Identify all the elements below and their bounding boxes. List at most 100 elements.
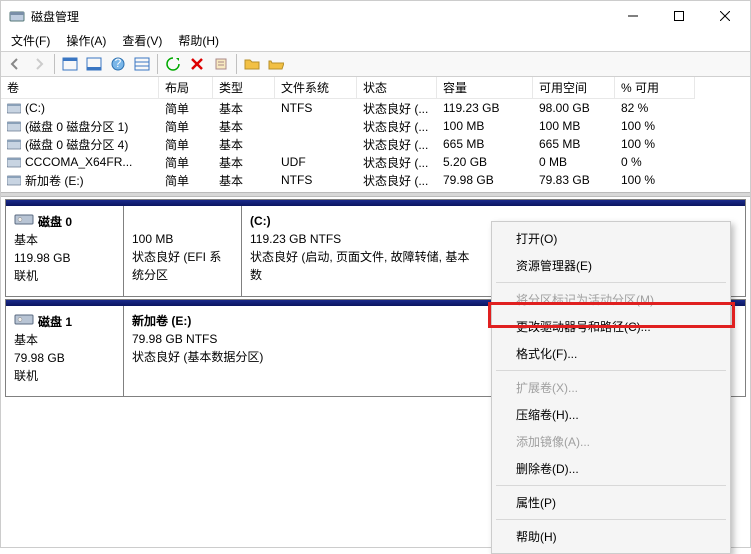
disk-type: 基本 [14,331,115,349]
ctx-help[interactable]: 帮助(H) [494,523,728,550]
col-percent[interactable]: % 可用 [615,77,695,99]
close-button[interactable] [702,1,748,31]
cell-pct: 82 % [615,101,695,115]
volume-name: (磁盘 0 磁盘分区 1) [25,118,128,135]
ctx-open[interactable]: 打开(O) [494,225,728,252]
menu-view[interactable]: 查看(V) [114,31,170,51]
cell-pct: 100 % [615,137,695,151]
ctx-change-drive[interactable]: 更改驱动器号和路径(C)... [494,313,728,340]
partition-detail: 状态良好 (基本数据分区) [132,348,476,366]
drive-icon [7,102,21,114]
menu-help[interactable]: 帮助(H) [170,31,227,51]
ctx-mirror: 添加镜像(A)... [494,428,728,455]
folder-open-icon[interactable] [265,53,287,75]
title-bar: 磁盘管理 [1,1,750,31]
partition-subtitle: 79.98 GB NTFS [132,330,476,348]
delete-icon[interactable] [186,53,208,75]
disk-status: 联机 [14,267,115,285]
cell-fs: UDF [275,155,357,169]
ctx-explorer[interactable]: 资源管理器(E) [494,252,728,279]
cell-type: 基本 [213,118,275,135]
partition-name: (C:) [250,212,474,230]
cell-fs: NTFS [275,173,357,187]
cell-pct: 100 % [615,119,695,133]
cell-layout: 简单 [159,154,213,171]
table-row[interactable]: (磁盘 0 磁盘分区 1)简单基本状态良好 (...100 MB100 MB10… [1,117,750,135]
cell-cap: 79.98 GB [437,173,533,187]
properties-icon[interactable] [210,53,232,75]
col-capacity[interactable]: 容量 [437,77,533,99]
help-icon[interactable]: ? [107,53,129,75]
volume-name: (C:) [25,101,45,115]
partition-detail: 状态良好 (EFI 系统分区 [132,248,233,284]
svg-text:?: ? [115,57,122,70]
disk-summary[interactable]: 磁盘 0基本119.98 GB联机 [6,206,124,296]
col-type[interactable]: 类型 [213,77,275,99]
menu-action[interactable]: 操作(A) [58,31,114,51]
col-fs[interactable]: 文件系统 [275,77,357,99]
drive-icon [7,120,21,132]
splitter[interactable] [1,192,750,197]
menu-bar: 文件(F) 操作(A) 查看(V) 帮助(H) [1,31,750,51]
volume-name: CCCOMA_X64FR... [25,155,132,169]
disk-status: 联机 [14,367,115,385]
volume-table: 卷 布局 类型 文件系统 状态 容量 可用空间 % 可用 (C:)简单基本NTF… [1,77,750,192]
disk-size: 119.98 GB [14,249,115,267]
toolbar: ? [1,51,750,77]
table-row[interactable]: CCCOMA_X64FR...简单基本UDF状态良好 (...5.20 GB0 … [1,153,750,171]
minimize-button[interactable] [610,1,656,31]
disk-icon [14,312,34,331]
back-button[interactable] [4,53,26,75]
col-layout[interactable]: 布局 [159,77,213,99]
ctx-format[interactable]: 格式化(F)... [494,340,728,367]
drive-icon [7,174,21,186]
col-volume[interactable]: 卷 [1,77,159,99]
ctx-extend: 扩展卷(X)... [494,374,728,401]
cell-pct: 100 % [615,173,695,187]
partition[interactable]: 新加卷 (E:)79.98 GB NTFS状态良好 (基本数据分区) [124,306,484,396]
cell-status: 状态良好 (... [357,136,437,153]
drive-icon [7,138,21,150]
partition-subtitle: 119.23 GB NTFS [250,230,474,248]
drive-icon [7,156,21,168]
partition[interactable]: (C:)119.23 GB NTFS状态良好 (启动, 页面文件, 故障转储, … [242,206,482,296]
cell-free: 79.83 GB [533,173,615,187]
view-top-icon[interactable] [59,53,81,75]
maximize-button[interactable] [656,1,702,31]
view-bottom-icon[interactable] [83,53,105,75]
list-icon[interactable] [131,53,153,75]
col-status[interactable]: 状态 [357,77,437,99]
context-menu: 打开(O) 资源管理器(E) 将分区标记为活动分区(M) 更改驱动器号和路径(C… [491,221,731,554]
col-free[interactable]: 可用空间 [533,77,615,99]
partition-detail: 状态良好 (启动, 页面文件, 故障转储, 基本数 [250,248,474,284]
cell-type: 基本 [213,136,275,153]
cell-free: 665 MB [533,137,615,151]
ctx-shrink[interactable]: 压缩卷(H)... [494,401,728,428]
table-header: 卷 布局 类型 文件系统 状态 容量 可用空间 % 可用 [1,77,750,99]
cell-cap: 5.20 GB [437,155,533,169]
table-row[interactable]: 新加卷 (E:)简单基本NTFS状态良好 (...79.98 GB79.83 G… [1,171,750,189]
menu-file[interactable]: 文件(F) [3,31,58,51]
cell-free: 0 MB [533,155,615,169]
cell-pct: 0 % [615,155,695,169]
refresh-icon[interactable] [162,53,184,75]
disk-summary[interactable]: 磁盘 1基本79.98 GB联机 [6,306,124,396]
partition-subtitle: 100 MB [132,230,233,248]
table-row[interactable]: (磁盘 0 磁盘分区 4)简单基本状态良好 (...665 MB665 MB10… [1,135,750,153]
partition-name: 新加卷 (E:) [132,312,476,330]
cell-cap: 119.23 GB [437,101,533,115]
cell-free: 98.00 GB [533,101,615,115]
folder-icon[interactable] [241,53,263,75]
volume-name: 新加卷 (E:) [25,172,84,189]
table-row[interactable]: (C:)简单基本NTFS状态良好 (...119.23 GB98.00 GB82… [1,99,750,117]
ctx-delete[interactable]: 删除卷(D)... [494,455,728,482]
disk-type: 基本 [14,231,115,249]
cell-fs: NTFS [275,101,357,115]
cell-cap: 665 MB [437,137,533,151]
ctx-properties[interactable]: 属性(P) [494,489,728,516]
partition[interactable]: 100 MB状态良好 (EFI 系统分区 [124,206,242,296]
cell-status: 状态良好 (... [357,172,437,189]
cell-layout: 简单 [159,118,213,135]
forward-button[interactable] [28,53,50,75]
disk-icon [14,212,34,231]
